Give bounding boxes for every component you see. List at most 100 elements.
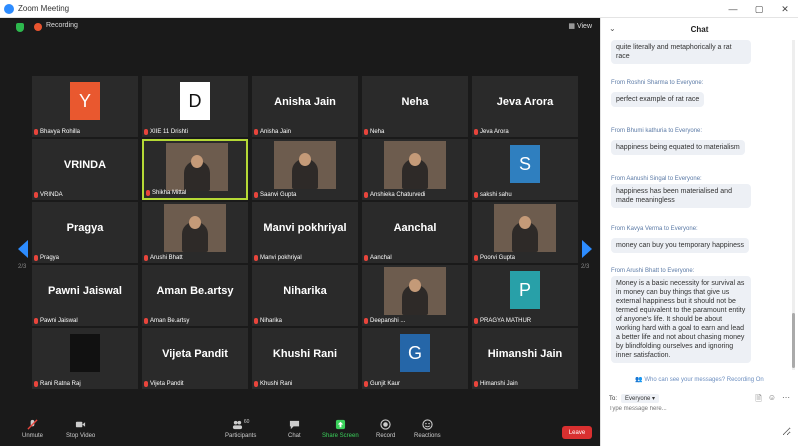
message-sender[interactable]: From Kavya Verma to Everyone: [611, 226, 781, 232]
window-controls: — ▢ ✕ [720, 0, 798, 18]
participant-tile[interactable]: Aman Be.artsy Aman Be.artsy [142, 265, 248, 326]
participant-tile[interactable]: Anisha Jain Anisha Jain [252, 76, 358, 137]
recording-dot-icon [34, 23, 42, 31]
participants-button[interactable]: 60 Participants [225, 419, 256, 439]
next-page-arrow-icon[interactable] [582, 240, 592, 258]
participant-display-name: Himanshi Jain [487, 348, 563, 360]
chat-message: quite literally and metaphorically a rat… [611, 40, 781, 64]
participant-tile[interactable]: Manvi pokhriyal Manvi pokhriyal [252, 202, 358, 263]
participant-tile[interactable]: Himanshi Jain Himanshi Jain [472, 328, 578, 389]
participant-display-name: Khushi Rani [272, 348, 338, 360]
chat-bubble-icon [289, 420, 299, 430]
participant-tile[interactable]: VRINDA VRINDA [32, 139, 138, 200]
participant-tile[interactable]: D XIIE 11 Drishti [142, 76, 248, 137]
share-screen-button[interactable]: Share Screen [322, 419, 359, 439]
participant-tile[interactable]: Ssakshi sahu [472, 139, 578, 200]
participant-video [274, 141, 336, 189]
muted-mic-icon [34, 318, 38, 324]
privacy-notice[interactable]: 👥 Who can see your messages? Recording O… [601, 376, 798, 383]
participant-tile[interactable]: Vijeta Pandit Vijeta Pandit [142, 328, 248, 389]
reactions-button[interactable]: Reactions [414, 419, 441, 439]
view-button[interactable]: ▦ View [568, 22, 592, 30]
participant-avatar: D [180, 82, 210, 120]
share-screen-label: Share Screen [322, 433, 359, 439]
leave-button[interactable]: Leave [562, 426, 592, 439]
participant-video [494, 204, 556, 252]
muted-mic-icon [254, 255, 258, 261]
participant-tile[interactable]: Arushi Bhatt [142, 202, 248, 263]
recording-indicator[interactable]: Recording [46, 22, 78, 29]
participant-name: Aman Be.artsy [150, 318, 190, 324]
participant-tile[interactable]: G Gunjit Kaur [362, 328, 468, 389]
record-label: Record [376, 433, 396, 439]
participant-tile[interactable]: Pragya Pragya [32, 202, 138, 263]
participant-tile[interactable]: Anshieka Chaturvedi [362, 139, 468, 200]
participant-display-name: Niharika [283, 285, 327, 297]
chat-button[interactable]: Chat [288, 419, 301, 439]
participant-tile[interactable]: Neha Neha [362, 76, 468, 137]
participant-name-label: Anisha Jain [254, 129, 291, 135]
stop-video-label: Stop Video [66, 433, 96, 439]
participant-tile[interactable]: Niharika Niharika [252, 265, 358, 326]
security-shield-icon[interactable] [16, 23, 24, 32]
message-sender[interactable]: From Bhumi kathuria to Everyone: [611, 128, 781, 134]
participant-tile[interactable]: Deepanshi ... [362, 265, 468, 326]
muted-mic-icon [474, 318, 478, 324]
chat-messages[interactable]: quite literally and metaphorically a rat… [601, 40, 791, 370]
message-sender[interactable]: From Arushi Bhatt to Everyone: [611, 268, 781, 274]
participant-name-label: Gunjit Kaur [364, 381, 400, 387]
record-button[interactable]: Record [376, 419, 395, 439]
more-icon[interactable]: ⋯ [782, 393, 790, 407]
participant-tile[interactable]: Rani Ratna Raj [32, 328, 138, 389]
muted-mic-icon [364, 318, 368, 324]
participant-display-name: Pragya [66, 222, 104, 234]
participant-tile[interactable]: Pawni Jaiswal Pawni Jaiswal [32, 265, 138, 326]
participant-name-label: Anshieka Chaturvedi [364, 192, 425, 198]
participant-tile[interactable]: Poorvi Gupta [472, 202, 578, 263]
muted-mic-icon [254, 192, 258, 198]
muted-mic-icon [254, 381, 258, 387]
participant-tile[interactable]: Aanchal Aanchal [362, 202, 468, 263]
meeting-area: Recording ▦ View 2/3 2/3 Y Bhavya Rohilla… [0, 18, 600, 446]
participant-video [166, 143, 228, 191]
emoji-icon[interactable]: ☺ [768, 393, 776, 407]
muted-mic-icon [474, 129, 478, 135]
muted-mic-icon [146, 190, 150, 196]
participant-name: Anisha Jain [260, 129, 292, 135]
unmute-button[interactable]: Unmute [22, 419, 43, 439]
zoom-window: Zoom Meeting — ▢ ✕ Recording ▦ View 2/3 … [0, 0, 798, 446]
stop-video-button[interactable]: Stop Video [66, 419, 95, 439]
message-bubble: happiness has been materialised and made… [611, 184, 751, 208]
participant-tile[interactable]: Shikha Mittal [142, 139, 248, 200]
participant-tile[interactable]: Khushi Rani Khushi Rani [252, 328, 358, 389]
muted-mic-icon [144, 381, 148, 387]
chat-message: From Aanushi Singal to Everyone: happines… [611, 176, 781, 208]
recipient-row: To: Everyone ▾ [609, 394, 660, 403]
participant-name: Poorvi Gupta [480, 255, 516, 261]
message-bubble: happiness being equated to materialism [611, 140, 745, 155]
participant-tile[interactable]: P PRAGYA MATHUR [472, 265, 578, 326]
message-sender[interactable]: From Aanushi Singal to Everyone: [611, 176, 781, 182]
recipient-dropdown[interactable]: Everyone ▾ [621, 394, 660, 403]
file-icon[interactable]: 🗎 [755, 393, 761, 407]
message-sender[interactable]: From Roshni Sharma to Everyone: [611, 80, 781, 86]
participant-name-label: Manvi pokhriyal [254, 255, 302, 261]
participant-name-label: Jeva Arora [474, 129, 509, 135]
participant-tile[interactable]: Saanvi Gupta [252, 139, 358, 200]
participant-tile[interactable]: Y Bhavya Rohilla [32, 76, 138, 137]
share-screen-icon [335, 419, 345, 430]
participant-tile[interactable]: Jeva Arora Jeva Arora [472, 76, 578, 137]
participant-display-name: Vijeta Pandit [162, 348, 228, 360]
chat-scroll-thumb[interactable] [792, 313, 795, 368]
chat-input[interactable] [609, 406, 791, 436]
maximize-button[interactable]: ▢ [746, 0, 772, 18]
participant-avatar: P [510, 271, 540, 309]
participant-avatar: G [400, 334, 430, 372]
close-button[interactable]: ✕ [772, 0, 798, 18]
previous-page-arrow-icon[interactable] [18, 240, 28, 258]
participant-name-label: Pragya [34, 255, 59, 261]
window-title: Zoom Meeting [18, 4, 70, 13]
participants-count: 60 [243, 419, 250, 425]
minimize-button[interactable]: — [720, 0, 746, 18]
chat-header: ⌄ Chat [601, 18, 798, 40]
